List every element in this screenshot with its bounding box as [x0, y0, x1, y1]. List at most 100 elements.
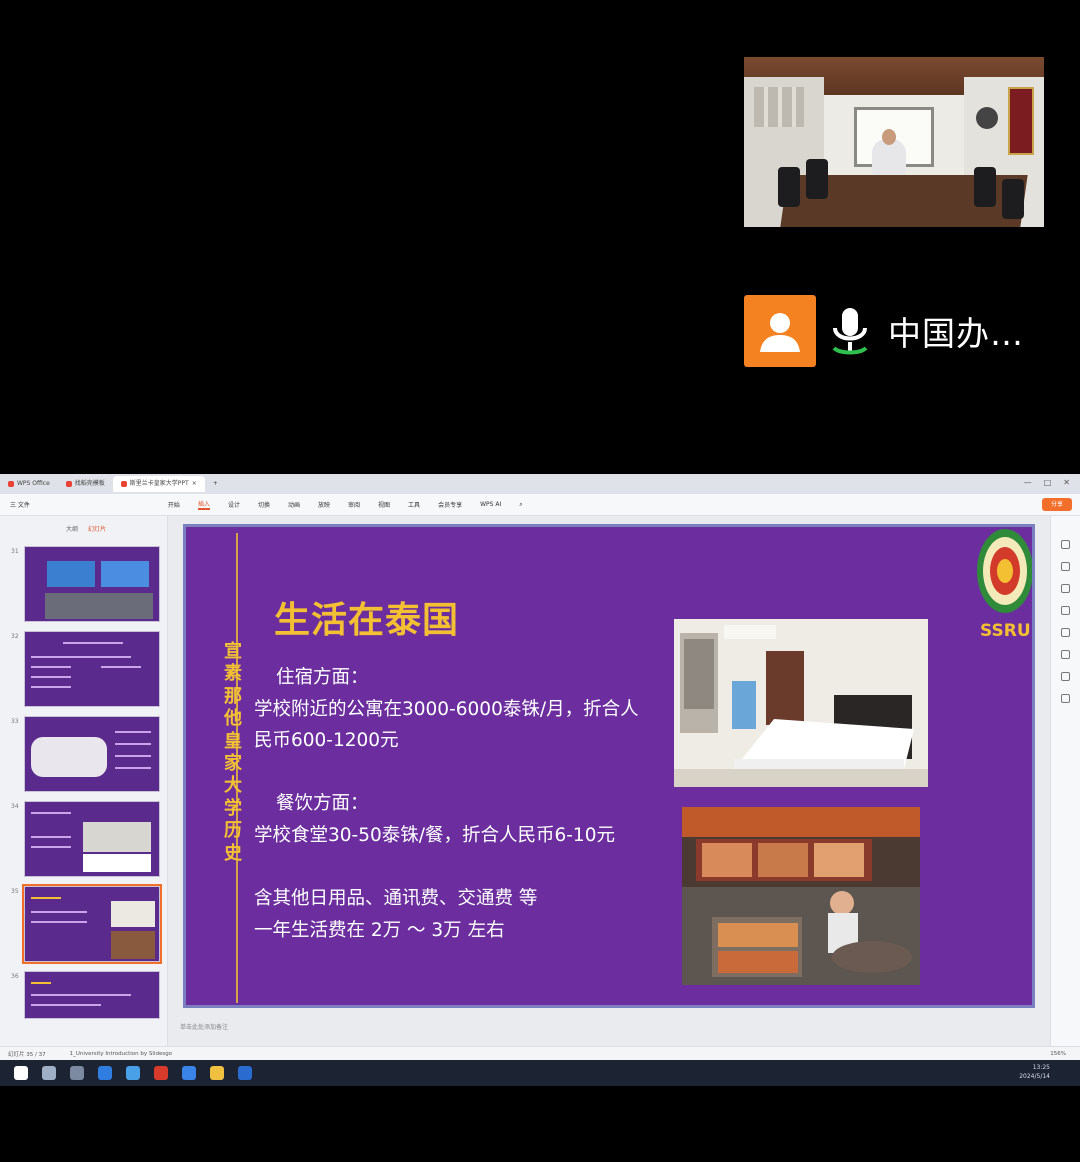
- app-tab-bar: WPS Office 找稻壳模板 斯里兰卡皇家大学PPT × + — □ ✕: [0, 474, 1080, 494]
- ribbon-tab-review[interactable]: 审阅: [348, 500, 360, 509]
- tool-icon[interactable]: [1061, 694, 1070, 703]
- ribbon-tab-design[interactable]: 设计: [228, 500, 240, 509]
- ppt-icon: [120, 481, 127, 487]
- current-slide[interactable]: 宣素那他皇家大学历史 生活在泰国 住宿方面： 学校附近的公寓在3000-6000…: [183, 524, 1035, 1008]
- menu-file[interactable]: 三 文件: [10, 500, 30, 509]
- slide-number: 32: [11, 633, 19, 640]
- ie-icon[interactable]: [126, 1066, 140, 1080]
- user-icon: [760, 313, 800, 352]
- ribbon-tab-animation[interactable]: 动画: [288, 500, 300, 509]
- slide-thumbnail[interactable]: 32: [8, 631, 160, 709]
- university-seal-icon: [977, 529, 1032, 613]
- wps-icon[interactable]: [154, 1066, 168, 1080]
- tab-outline[interactable]: 大纲: [66, 524, 78, 533]
- start-icon[interactable]: [14, 1066, 28, 1080]
- housing-line-1: 学校附近的公寓在3000-6000泰铢/月，折合人: [254, 699, 639, 720]
- clock-time: 13:25: [1032, 1064, 1050, 1071]
- new-tab-button[interactable]: +: [205, 476, 226, 492]
- ribbon-tab-insert[interactable]: 插入: [197, 499, 210, 510]
- template-name[interactable]: 1_University Introduction by Slidesgo: [70, 1051, 172, 1057]
- tab-slides[interactable]: 幻灯片: [88, 524, 106, 533]
- search-icon[interactable]: [42, 1066, 56, 1080]
- participant-row: 中国办…: [744, 295, 1044, 367]
- ribbon-tab-member[interactable]: 会员专享: [438, 500, 462, 509]
- tab-label: 找稻壳模板: [74, 480, 105, 487]
- clock-date: 2024/5/14: [1019, 1073, 1050, 1080]
- slide-thumbnail-panel: 大纲 幻灯片 31 32 33 34 35 36: [0, 516, 168, 1075]
- ribbon-tab-start[interactable]: 开始: [168, 500, 180, 509]
- share-button[interactable]: 分享: [1042, 498, 1072, 511]
- annual-cost-line: 一年生活费在 2万 ～ 3万 左右: [254, 920, 505, 941]
- wps-logo-icon: [8, 481, 14, 487]
- other-costs-line: 含其他日用品、通讯费、交通费 等: [254, 888, 538, 909]
- zoom-level[interactable]: 156%: [1050, 1051, 1066, 1057]
- ribbon-tab-transition[interactable]: 切换: [258, 500, 270, 509]
- tool-icon[interactable]: [1061, 584, 1070, 593]
- doc-icon: [65, 481, 72, 487]
- housing-heading: 住宿方面：: [276, 667, 369, 688]
- slide-thumbnail[interactable]: 34: [8, 801, 160, 879]
- video-chair: [1002, 179, 1024, 219]
- microphone-icon[interactable]: [830, 306, 870, 356]
- cafeteria-photo: [682, 807, 920, 985]
- tool-icon[interactable]: [1061, 606, 1070, 615]
- vertical-section-title: 宣素那他皇家大学历史: [224, 641, 242, 864]
- housing-line-2: 民币600-1200元: [254, 730, 399, 751]
- video-chair: [806, 159, 828, 199]
- meeting-app-icon[interactable]: [182, 1066, 196, 1080]
- folder-icon[interactable]: [210, 1066, 224, 1080]
- system-clock[interactable]: 13:25 2024/5/14: [1019, 1063, 1050, 1081]
- windows-taskbar: 13:25 2024/5/14: [0, 1060, 1080, 1086]
- ribbon-tab-slideshow[interactable]: 放映: [318, 500, 330, 509]
- slide-thumbnail-selected[interactable]: 35: [8, 884, 162, 964]
- ribbon-tab-ai[interactable]: WPS AI: [480, 501, 501, 508]
- close-icon[interactable]: ×: [192, 476, 197, 492]
- video-chair: [974, 167, 996, 207]
- slide-editor[interactable]: 宣素那他皇家大学历史 生活在泰国 住宿方面： 学校附近的公寓在3000-6000…: [168, 516, 1050, 1046]
- window-controls: — □ ✕: [1024, 478, 1070, 487]
- slide-number: 33: [11, 718, 19, 725]
- maximize-icon[interactable]: □: [1044, 478, 1052, 487]
- dorm-room-photo: [674, 619, 928, 787]
- screen-root: 中国办… WPS Office 找稻壳模板 斯里兰卡皇家大学PPT × + — □…: [0, 0, 1080, 1162]
- edge-icon[interactable]: [98, 1066, 112, 1080]
- slide-title: 生活在泰国: [274, 600, 460, 641]
- panel-tabs: 大纲 幻灯片: [66, 524, 106, 533]
- tool-icon[interactable]: [1061, 628, 1070, 637]
- task-view-icon[interactable]: [70, 1066, 84, 1080]
- ssru-logo-text: SSRU: [980, 621, 1031, 641]
- slide-thumbnail[interactable]: 36: [8, 971, 160, 1049]
- slide-number: 31: [11, 548, 19, 555]
- tool-icon[interactable]: [1061, 650, 1070, 659]
- slide-number: 35: [11, 888, 19, 895]
- ribbon-tab-tools[interactable]: 工具: [408, 500, 420, 509]
- notes-placeholder[interactable]: 单击此处添加备注: [180, 1022, 228, 1031]
- avatar[interactable]: [744, 295, 816, 367]
- video-chair: [778, 167, 800, 207]
- tab-wps-home[interactable]: WPS Office: [0, 476, 58, 492]
- tool-icon[interactable]: [1061, 540, 1070, 549]
- video-wall-frames: [754, 87, 804, 127]
- dining-heading: 餐饮方面：: [276, 793, 369, 814]
- minimize-icon[interactable]: —: [1024, 478, 1032, 487]
- ribbon-menu: 三 文件 开始 插入 设计 切换 动画 放映 审阅 视图 工具 会员专享 WPS…: [0, 494, 1080, 516]
- remote-video-tile[interactable]: [744, 57, 1044, 227]
- ribbon-tab-view[interactable]: 视图: [378, 500, 390, 509]
- participant-name: 中国办…: [888, 314, 1024, 353]
- app-icon[interactable]: [238, 1066, 252, 1080]
- tab-label: 斯里兰卡皇家大学PPT: [129, 480, 189, 487]
- close-window-icon[interactable]: ✕: [1063, 478, 1070, 487]
- right-toolbar: [1050, 516, 1080, 1046]
- search-icon[interactable]: ⌕: [519, 501, 522, 509]
- slide-number: 36: [11, 973, 19, 980]
- slide-thumbnail[interactable]: 33: [8, 716, 160, 794]
- video-person-head: [882, 129, 896, 145]
- video-banner: [1008, 87, 1034, 155]
- status-bar: 幻灯片 35 / 37 1_University Introduction by…: [0, 1046, 1080, 1060]
- slide-thumbnail[interactable]: 31: [8, 546, 160, 624]
- tool-icon[interactable]: [1061, 672, 1070, 681]
- tool-icon[interactable]: [1061, 562, 1070, 571]
- tab-document[interactable]: 找稻壳模板: [58, 476, 113, 492]
- tab-presentation[interactable]: 斯里兰卡皇家大学PPT ×: [112, 476, 205, 492]
- slide-counter: 幻灯片 35 / 37: [8, 1051, 46, 1058]
